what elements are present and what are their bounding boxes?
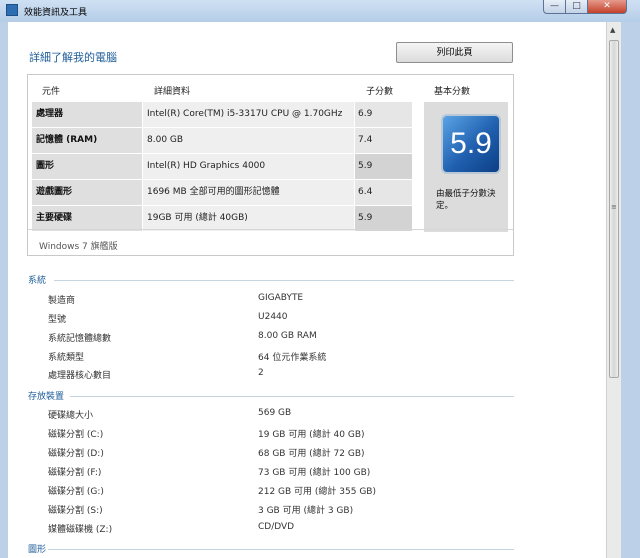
print-page-button[interactable]: 列印此頁 xyxy=(396,42,513,63)
storage-partition-d-label: 磁碟分割 (D:) xyxy=(48,449,104,459)
component-details: Intel(R) Core(TM) i5-3317U CPU @ 1.70GHz xyxy=(143,102,354,127)
score-row-primary-disk: 主要硬碟 19GB 可用 (總計 40GB) 5.9 xyxy=(32,206,412,231)
maximize-button[interactable]: □ xyxy=(565,0,587,14)
system-model-value: U2440 xyxy=(258,312,288,322)
storage-partition-g-label: 磁碟分割 (G:) xyxy=(48,487,104,497)
component-label: 圖形 xyxy=(32,154,142,179)
storage-partition-c-value: 19 GB 可用 (總計 40 GB) xyxy=(258,430,365,440)
title-bar[interactable]: 效能資訊及工具 — □ ✕ xyxy=(0,0,640,22)
component-subscore: 6.9 xyxy=(355,102,412,127)
grip-icon: ≡ xyxy=(611,203,617,211)
component-subscore: 5.9 xyxy=(355,206,412,231)
system-cores-value: 2 xyxy=(258,368,264,378)
scroll-up-arrow-icon[interactable]: ▲ xyxy=(610,26,615,34)
system-type-value: 64 位元作業系統 xyxy=(258,353,327,363)
close-button[interactable]: ✕ xyxy=(587,0,627,14)
component-details: 1696 MB 全部可用的圖形記憶體 xyxy=(143,180,354,205)
storage-partition-c-label: 磁碟分割 (C:) xyxy=(48,430,104,440)
window-frame-right xyxy=(621,22,640,558)
storage-total-label: 硬碟總大小 xyxy=(48,411,94,421)
content-area: 詳細了解我的電腦 列印此頁 元件 詳細資料 子分數 基本分數 處理器 Intel… xyxy=(8,22,606,558)
score-row-graphics: 圖形 Intel(R) HD Graphics 4000 5.9 xyxy=(32,154,412,180)
score-row-memory: 記憶體 (RAM) 8.00 GB 7.4 xyxy=(32,128,412,154)
system-manufacturer-label: 製造商 xyxy=(48,296,76,306)
storage-media-drive-value: CD/DVD xyxy=(258,522,295,532)
system-memory-value: 8.00 GB RAM xyxy=(258,331,317,341)
score-row-gaming-graphics: 遊戲圖形 1696 MB 全部可用的圖形記憶體 6.4 xyxy=(32,180,412,206)
scrollbar-thumb[interactable]: ≡ xyxy=(609,40,619,378)
component-subscore: 6.4 xyxy=(355,180,412,205)
score-table: 元件 詳細資料 子分數 基本分數 處理器 Intel(R) Core(TM) i… xyxy=(27,74,514,256)
system-manufacturer-value: GIGABYTE xyxy=(258,293,304,303)
header-component: 元件 xyxy=(42,87,61,97)
component-label: 記憶體 (RAM) xyxy=(32,128,142,153)
base-score-badge: 5.9 xyxy=(441,114,501,174)
performance-info-window: 效能資訊及工具 — □ ✕ 詳細了解我的電腦 列印此頁 元件 詳細資料 子分數 … xyxy=(0,0,640,558)
system-model-label: 型號 xyxy=(48,315,67,325)
component-details: 8.00 GB xyxy=(143,128,354,153)
storage-media-drive-label: 媒體磁碟機 (Z:) xyxy=(48,525,113,535)
section-storage-heading: 存放裝置 xyxy=(28,392,65,402)
system-type-label: 系統類型 xyxy=(48,353,85,363)
section-divider xyxy=(70,396,514,397)
minimize-button[interactable]: — xyxy=(543,0,565,14)
component-label: 主要硬碟 xyxy=(32,206,142,231)
header-base-score: 基本分數 xyxy=(434,87,471,97)
storage-partition-s-value: 3 GB 可用 (總計 3 GB) xyxy=(258,506,354,516)
section-system-heading: 系統 xyxy=(28,276,47,286)
storage-partition-d-value: 68 GB 可用 (總計 72 GB) xyxy=(258,449,365,459)
storage-partition-g-value: 212 GB 可用 (總計 355 GB) xyxy=(258,487,376,497)
base-score-note: 由最低子分數決定。 xyxy=(436,189,496,211)
component-label: 遊戲圖形 xyxy=(32,180,142,205)
component-subscore: 7.4 xyxy=(355,128,412,153)
windows-edition: Windows 7 旗艦版 xyxy=(39,242,118,252)
storage-partition-f-value: 73 GB 可用 (總計 100 GB) xyxy=(258,468,371,478)
storage-partition-f-label: 磁碟分割 (F:) xyxy=(48,468,102,478)
score-row-processor: 處理器 Intel(R) Core(TM) i5-3317U CPU @ 1.7… xyxy=(32,102,412,128)
component-subscore: 5.9 xyxy=(355,154,412,179)
section-divider xyxy=(54,280,514,281)
storage-total-value: 569 GB xyxy=(258,408,292,418)
section-graphics-heading: 圖形 xyxy=(28,545,47,555)
component-details: Intel(R) HD Graphics 4000 xyxy=(143,154,354,179)
window-title: 效能資訊及工具 xyxy=(24,8,88,18)
app-icon xyxy=(6,4,18,16)
header-subscore: 子分數 xyxy=(366,87,394,97)
section-divider xyxy=(48,549,514,550)
page-title: 詳細了解我的電腦 xyxy=(29,51,117,64)
divider xyxy=(28,229,513,230)
system-memory-label: 系統記憶體總數 xyxy=(48,334,112,344)
system-cores-label: 處理器核心數目 xyxy=(48,371,112,381)
component-label: 處理器 xyxy=(32,102,142,127)
vertical-scrollbar[interactable]: ▲ ≡ xyxy=(606,22,621,558)
storage-partition-s-label: 磁碟分割 (S:) xyxy=(48,506,103,516)
header-details: 詳細資料 xyxy=(154,87,191,97)
component-details: 19GB 可用 (總計 40GB) xyxy=(143,206,354,231)
base-score-panel: 5.9 由最低子分數決定。 xyxy=(424,102,508,232)
